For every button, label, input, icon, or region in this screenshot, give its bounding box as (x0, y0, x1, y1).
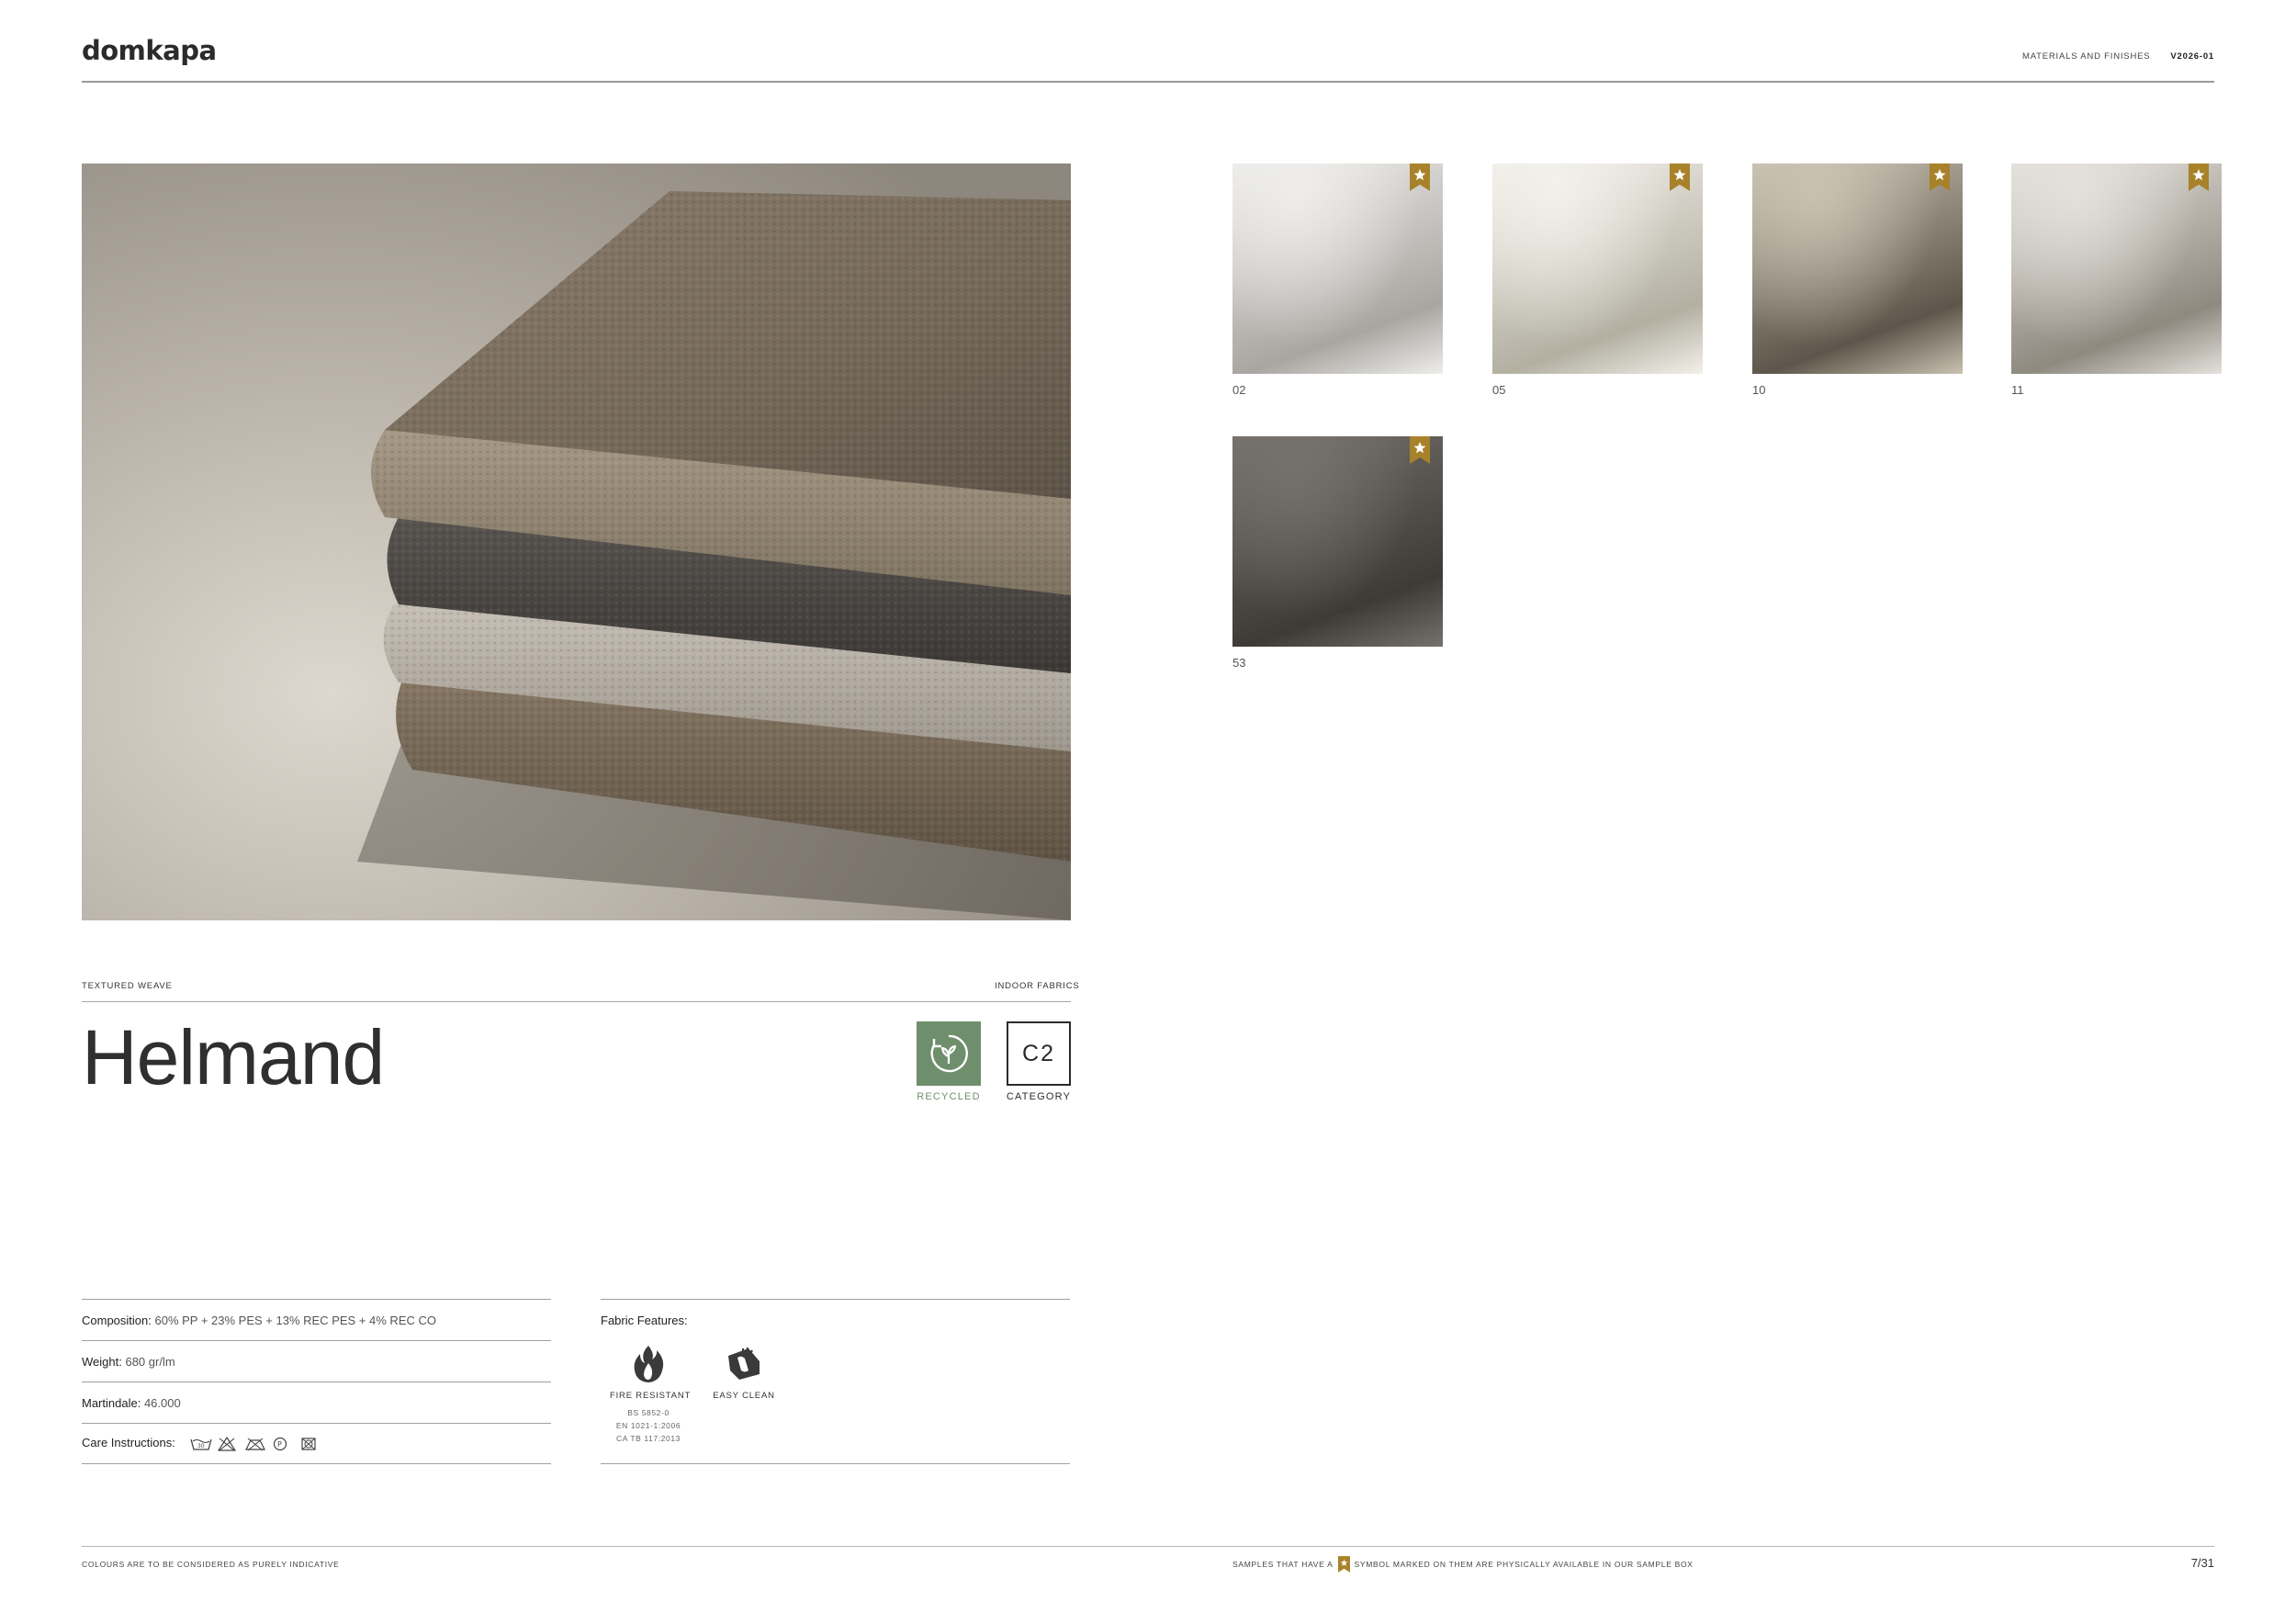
flame-icon (627, 1343, 670, 1385)
title-divider (82, 1001, 1071, 1002)
martindale-value: 46.000 (143, 1396, 181, 1410)
norm-item: EN 1021-1:2006 (615, 1421, 681, 1430)
feature-easy-clean: EASY CLEAN (707, 1343, 781, 1401)
weight-label: Weight: (82, 1355, 122, 1369)
martindale-row: Martindale: 46.000 (82, 1396, 181, 1410)
norm-item: BS 5852-0 (627, 1408, 670, 1417)
svg-text:30: 30 (197, 1443, 205, 1449)
swatch-02[interactable] (1232, 164, 1443, 374)
recycled-label: RECYCLED (917, 1091, 981, 1102)
spec-divider (82, 1423, 551, 1424)
no-iron-icon (300, 1437, 319, 1451)
sample-note-after: SYMBOL MARKED ON THEM ARE PHYSICALLY AVA… (1354, 1560, 1694, 1569)
svg-text:P: P (277, 1440, 282, 1449)
product-title: Helmand (82, 1014, 385, 1100)
version-label: V2026-01 (2170, 51, 2214, 62)
no-bleach-icon (217, 1436, 236, 1451)
swatch-code: 11 (2011, 383, 2024, 397)
swatch-code: 05 (1492, 383, 1506, 397)
recycle-leaf-icon (930, 1034, 968, 1073)
category-label: CATEGORY (1006, 1091, 1072, 1102)
swatch-53[interactable] (1232, 436, 1443, 647)
swatch-code: 02 (1232, 383, 1246, 397)
colour-disclaimer: COLOURS ARE TO BE CONSIDERED AS PURELY I… (82, 1560, 340, 1569)
dry-clean-p-icon: P (273, 1437, 291, 1451)
spec-divider (82, 1299, 551, 1300)
swatch-code: 10 (1752, 383, 1766, 397)
fabric-type-label: TEXTURED WEAVE (82, 981, 173, 991)
feature-name: FIRE RESISTANT (610, 1391, 692, 1401)
header-meta: MATERIALS AND FINISHES V2026-01 (2022, 51, 2214, 62)
composition-label: Composition: (82, 1314, 152, 1327)
swatch-05[interactable] (1492, 164, 1703, 374)
care-label: Care Instructions: (82, 1436, 175, 1449)
sample-box-note: SAMPLES THAT HAVE A SYMBOL MARKED ON THE… (1232, 1556, 1694, 1573)
weight-row: Weight: 680 gr/lm (82, 1355, 175, 1369)
wash-30-icon: 30 (189, 1437, 212, 1451)
fabric-category-line: INDOOR FABRICS (995, 981, 1080, 991)
features-divider (601, 1299, 1070, 1300)
footer-divider (82, 1546, 2214, 1547)
easy-clean-icon (723, 1343, 765, 1385)
care-row: Care Instructions: 30 P (82, 1436, 319, 1451)
sample-note-before: SAMPLES THAT HAVE A (1232, 1560, 1334, 1569)
swatch-10[interactable] (1752, 164, 1963, 374)
star-ribbon-icon (1410, 164, 1430, 191)
feature-name: EASY CLEAN (713, 1391, 775, 1401)
features-divider (601, 1463, 1070, 1464)
norm-item: CA TB 117:2013 (616, 1434, 681, 1443)
composition-value: 60% PP + 23% PES + 13% REC PES + 4% REC … (154, 1314, 437, 1327)
feature-norms: BS 5852-0 EN 1021-1:2006 CA TB 117:2013 (610, 1406, 687, 1445)
star-ribbon-icon (1930, 164, 1950, 191)
star-ribbon-icon (1337, 1556, 1350, 1573)
header-divider (82, 81, 2214, 83)
star-ribbon-icon (1410, 436, 1430, 464)
brand-logo[interactable]: domkapa (82, 35, 217, 66)
feature-fire-resistant: FIRE RESISTANT BS 5852-0 EN 1021-1:2006 … (610, 1343, 692, 1445)
fabric-stack-illustration (82, 164, 1071, 920)
star-ribbon-icon (2189, 164, 2209, 191)
care-icons: 30 P (189, 1436, 319, 1451)
swatch-code: 53 (1232, 656, 1246, 670)
features-title: Fabric Features: (601, 1314, 688, 1327)
no-tumble-dry-icon (244, 1437, 265, 1451)
star-ribbon-icon (1670, 164, 1690, 191)
section-title: MATERIALS AND FINISHES (2022, 51, 2151, 62)
martindale-label: Martindale: (82, 1396, 141, 1410)
composition-row: Composition: 60% PP + 23% PES + 13% REC … (82, 1314, 436, 1327)
hero-fabric-image (82, 164, 1071, 920)
recycled-badge (917, 1021, 981, 1086)
weight-value: 680 gr/lm (125, 1355, 175, 1369)
spec-divider (82, 1340, 551, 1341)
page-number: 7/31 (2190, 1556, 2214, 1570)
swatch-11[interactable] (2011, 164, 2222, 374)
spec-divider (82, 1463, 551, 1464)
category-badge: C2 (1007, 1021, 1071, 1086)
